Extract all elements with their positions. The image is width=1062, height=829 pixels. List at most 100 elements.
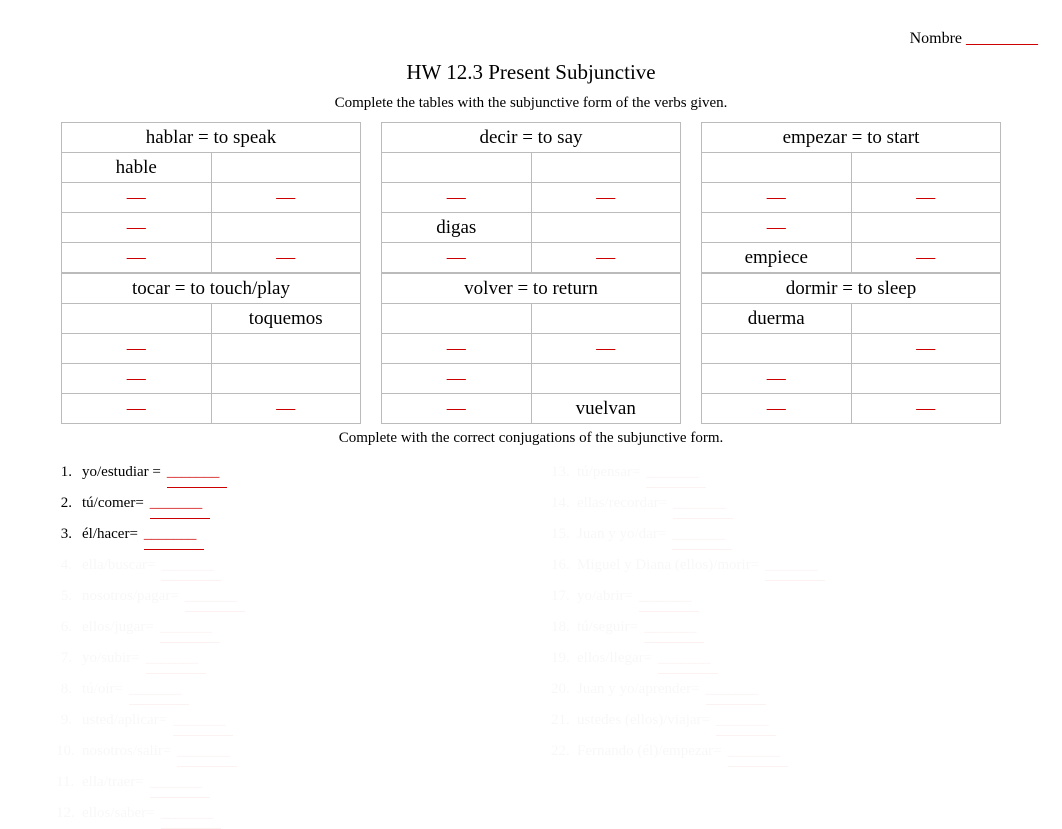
table-blank-cell[interactable]: — bbox=[702, 394, 852, 424]
conjugation-tables: hablar = to speakhable—————tocar = to to… bbox=[24, 122, 1038, 424]
fill-blank[interactable]: _______ bbox=[150, 488, 210, 519]
fill-col-right: 13.tú/pensar=_______14.ellas/recordar=__… bbox=[551, 457, 1006, 829]
fill-blank[interactable]: _______ bbox=[160, 612, 220, 643]
table-empty-cell[interactable] bbox=[211, 153, 361, 183]
fill-blank[interactable]: _______ bbox=[144, 519, 204, 550]
table-empty-cell[interactable] bbox=[531, 153, 681, 183]
table-blank-cell[interactable]: — bbox=[211, 243, 361, 273]
table-blank-cell[interactable]: — bbox=[531, 183, 681, 213]
fill-number: 22. bbox=[551, 736, 577, 766]
table-blank-cell[interactable]: — bbox=[62, 213, 212, 243]
fill-blank[interactable]: _______ bbox=[672, 519, 732, 550]
conjugation-table: volver = to return————vuelvan bbox=[381, 273, 681, 424]
conjugation-table: hablar = to speakhable————— bbox=[61, 122, 361, 273]
table-empty-cell[interactable] bbox=[382, 153, 532, 183]
fill-number: 20. bbox=[551, 674, 577, 704]
table-empty-cell[interactable] bbox=[531, 304, 681, 334]
fill-blank[interactable]: _______ bbox=[129, 674, 189, 705]
fill-blank[interactable]: _______ bbox=[728, 736, 788, 767]
fill-col-left: 1.yo/estudiar =_______2.tú/comer=_______… bbox=[56, 457, 511, 829]
table-blank-cell[interactable]: — bbox=[851, 334, 1001, 364]
fill-blank[interactable]: _______ bbox=[716, 705, 776, 736]
fill-item: 6.ellos/jugar=_______ bbox=[56, 612, 511, 643]
table-empty-cell[interactable] bbox=[531, 364, 681, 394]
table-empty-cell[interactable] bbox=[851, 213, 1001, 243]
fill-prompt: yo/abrir= bbox=[577, 581, 633, 611]
table-empty-cell[interactable] bbox=[62, 304, 212, 334]
fill-blank[interactable]: _______ bbox=[673, 488, 733, 519]
fill-blank[interactable]: _______ bbox=[765, 550, 825, 581]
table-header: empezar = to start bbox=[702, 123, 1001, 153]
fill-number: 7. bbox=[56, 643, 82, 673]
fill-blank[interactable]: _______ bbox=[150, 767, 210, 798]
table-blank-cell[interactable]: — bbox=[851, 243, 1001, 273]
fill-number: 4. bbox=[56, 550, 82, 580]
table-blank-cell[interactable]: — bbox=[62, 334, 212, 364]
table-blank-cell[interactable]: — bbox=[702, 183, 852, 213]
fill-blank[interactable]: _______ bbox=[185, 581, 245, 612]
table-blank-cell[interactable]: — bbox=[382, 364, 532, 394]
table-blank-cell[interactable]: — bbox=[62, 243, 212, 273]
fill-prompt: Juan y yo/aprender= bbox=[577, 674, 700, 704]
table-empty-cell[interactable] bbox=[702, 153, 852, 183]
table-empty-cell[interactable] bbox=[382, 304, 532, 334]
fill-item: 5.nosotros/pagar=_______ bbox=[56, 581, 511, 612]
fill-item: 12.ellos/saber=_______ bbox=[56, 798, 511, 829]
fill-item: 8.tú/oír=_______ bbox=[56, 674, 511, 705]
table-header: decir = to say bbox=[382, 123, 681, 153]
table-blank-cell[interactable]: — bbox=[382, 394, 532, 424]
fill-item: 21.ustedes (ellos)/viajar=_______ bbox=[551, 705, 1006, 736]
table-blank-cell[interactable]: — bbox=[531, 243, 681, 273]
fill-blank[interactable]: _______ bbox=[646, 457, 706, 488]
table-empty-cell[interactable] bbox=[211, 334, 361, 364]
fill-number: 19. bbox=[551, 643, 577, 673]
table-blank-cell[interactable]: — bbox=[382, 183, 532, 213]
fill-blank[interactable]: _______ bbox=[644, 612, 704, 643]
table-blank-cell[interactable]: — bbox=[62, 364, 212, 394]
table-given-cell: digas bbox=[382, 213, 532, 243]
fill-number: 9. bbox=[56, 705, 82, 735]
fill-prompt: ella/traer= bbox=[82, 767, 144, 797]
table-empty-cell[interactable] bbox=[211, 213, 361, 243]
fill-blank[interactable]: _______ bbox=[706, 674, 766, 705]
fill-prompt: ustedes (ellos)/viajar= bbox=[577, 705, 710, 735]
fill-blank[interactable]: _______ bbox=[658, 643, 718, 674]
table-blank-cell[interactable]: — bbox=[382, 334, 532, 364]
fill-blank[interactable]: _______ bbox=[146, 643, 206, 674]
table-empty-cell[interactable] bbox=[211, 364, 361, 394]
fill-list: 1.yo/estudiar =_______2.tú/comer=_______… bbox=[24, 457, 1038, 829]
table-blank-cell[interactable]: — bbox=[211, 183, 361, 213]
table-blank-cell[interactable]: — bbox=[62, 183, 212, 213]
table-blank-cell[interactable]: — bbox=[851, 394, 1001, 424]
table-empty-cell[interactable] bbox=[531, 213, 681, 243]
table-empty-cell[interactable] bbox=[851, 153, 1001, 183]
table-blank-cell[interactable]: — bbox=[702, 364, 852, 394]
table-empty-cell[interactable] bbox=[851, 364, 1001, 394]
instruction-tables: Complete the tables with the subjunctive… bbox=[24, 95, 1038, 112]
nombre-blank[interactable]: _________ bbox=[966, 30, 1038, 47]
table-blank-cell[interactable]: — bbox=[851, 183, 1001, 213]
fill-blank[interactable]: _______ bbox=[177, 736, 237, 767]
conjugation-table: decir = to say——digas—— bbox=[381, 122, 681, 273]
fill-blank[interactable]: _______ bbox=[639, 581, 699, 612]
table-empty-cell[interactable] bbox=[702, 334, 852, 364]
fill-prompt: Miguel y Diana (ellos)/morir= bbox=[577, 550, 759, 580]
table-blank-cell[interactable]: — bbox=[382, 243, 532, 273]
fill-prompt: tú/comer= bbox=[82, 488, 144, 518]
table-blank-cell[interactable]: — bbox=[531, 334, 681, 364]
table-blank-cell[interactable]: — bbox=[702, 213, 852, 243]
table-blank-cell[interactable]: — bbox=[211, 394, 361, 424]
fill-blank[interactable]: _______ bbox=[167, 457, 227, 488]
fill-blank[interactable]: _______ bbox=[161, 550, 221, 581]
fill-blank[interactable]: _______ bbox=[161, 798, 221, 829]
fill-prompt: él/hacer= bbox=[82, 519, 138, 549]
table-blank-cell[interactable]: — bbox=[62, 394, 212, 424]
fill-blank[interactable]: _______ bbox=[173, 705, 233, 736]
fill-item: 18.tú/seguir=_______ bbox=[551, 612, 1006, 643]
table-given-cell: vuelvan bbox=[531, 394, 681, 424]
nombre-line: Nombre _________ bbox=[24, 30, 1038, 48]
table-given-cell: hable bbox=[62, 153, 212, 183]
table-empty-cell[interactable] bbox=[851, 304, 1001, 334]
fill-item: 3.él/hacer=_______ bbox=[56, 519, 511, 550]
fill-item: 11.ella/traer=_______ bbox=[56, 767, 511, 798]
